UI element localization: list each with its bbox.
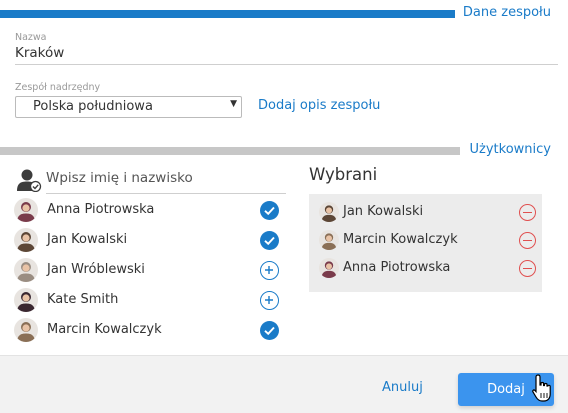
user-name: Jan Wróblewski [47, 262, 145, 277]
name-field[interactable]: Kraków [15, 45, 64, 61]
team-section-header: Dane zespołu [0, 4, 568, 24]
parent-team-select[interactable]: Polska południowa ▼ [15, 96, 242, 118]
remove-user-icon[interactable] [519, 260, 536, 277]
selected-title: Wybrani [309, 165, 378, 184]
avatar [14, 288, 38, 312]
name-field-label: Nazwa [15, 32, 47, 43]
team-section-bar [0, 10, 455, 18]
avatar [14, 318, 38, 342]
user-name: Jan Kowalski [47, 232, 128, 247]
user-name: Anna Piotrowska [47, 202, 155, 217]
parent-team-label: Zespół nadrzędny [15, 82, 101, 93]
selected-user-name: Anna Piotrowska [343, 260, 451, 275]
name-field-underline [15, 64, 558, 65]
avatar [14, 258, 38, 282]
user-list: Anna Piotrowska Jan Kowalski Jan Wróblewsk… [14, 195, 288, 345]
user-row-anna-piotrowska[interactable]: Anna Piotrowska [14, 195, 288, 225]
selected-item-anna-piotrowska: Anna Piotrowska [309, 250, 542, 278]
add-user-icon[interactable] [260, 261, 279, 280]
dropdown-arrow-icon: ▼ [230, 99, 237, 109]
selected-users-panel: Jan Kowalski Marcin Kowalczyk Anna Piotrow… [309, 194, 542, 292]
user-row-jan-kowalski[interactable]: Jan Kowalski [14, 225, 288, 255]
footer: Anuluj Dodaj [0, 355, 568, 413]
checkmark-icon[interactable] [260, 321, 279, 340]
selected-user-name: Jan Kowalski [343, 204, 424, 219]
selected-item-jan-kowalski: Jan Kowalski [309, 194, 542, 222]
avatar [319, 230, 339, 250]
user-search-underline [46, 193, 286, 194]
add-team-description-link[interactable]: Dodaj opis zespołu [258, 98, 380, 113]
cancel-button[interactable]: Anuluj [382, 380, 423, 395]
user-row-jan-wroblewski[interactable]: Jan Wróblewski [14, 255, 288, 285]
hand-cursor-icon [532, 374, 551, 402]
user-search [14, 166, 288, 194]
user-search-input[interactable] [46, 170, 286, 186]
team-section-title: Dane zespołu [456, 5, 551, 20]
remove-user-icon[interactable] [519, 232, 536, 249]
users-section-header: Użytkownicy [0, 141, 568, 161]
avatar [319, 258, 339, 278]
add-user-icon[interactable] [260, 291, 279, 310]
remove-user-icon[interactable] [519, 204, 536, 221]
avatar [319, 202, 339, 222]
users-section-bar [0, 147, 460, 155]
selected-user-name: Marcin Kowalczyk [343, 232, 458, 247]
checkmark-icon[interactable] [260, 231, 279, 250]
user-name: Kate Smith [47, 292, 119, 307]
users-section-title: Użytkownicy [463, 142, 551, 157]
user-row-kate-smith[interactable]: Kate Smith [14, 285, 288, 315]
selected-item-marcin-kowalczyk: Marcin Kowalczyk [309, 222, 542, 250]
avatar [14, 228, 38, 252]
user-icon [17, 169, 42, 192]
parent-team-value: Polska południowa [33, 99, 153, 114]
checkmark-icon[interactable] [260, 201, 279, 220]
user-name: Marcin Kowalczyk [47, 322, 162, 337]
avatar [14, 198, 38, 222]
user-row-marcin-kowalczyk[interactable]: Marcin Kowalczyk [14, 315, 288, 345]
